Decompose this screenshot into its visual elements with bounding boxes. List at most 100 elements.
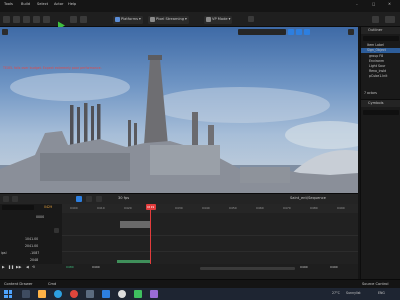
weather-label[interactable]: Sunnylist: [346, 291, 361, 295]
menu-item-actor[interactable]: Actor: [54, 2, 63, 7]
range-end[interactable]: 0490: [300, 266, 308, 269]
blueprint-icon[interactable]: [33, 16, 40, 23]
browser-icon[interactable]: [54, 290, 62, 298]
outliner-row[interactable]: Sign_Object: [367, 48, 386, 52]
pixel-streaming-button[interactable]: Pixel Streaming ▾: [148, 15, 189, 24]
step-back-icon[interactable]: ◀: [26, 265, 29, 270]
weather-temperature[interactable]: 27°C: [332, 291, 340, 295]
unreal-icon[interactable]: [118, 290, 126, 298]
range-out[interactable]: 0490: [330, 266, 338, 269]
pixel-streaming-icon: [150, 17, 155, 22]
track-value: 0000: [36, 215, 45, 219]
ruler-tick: 0400: [70, 206, 78, 210]
sequencer-time-ruler[interactable]: 0400 0410 0420 0430 0440 0450 0460 0470 …: [62, 204, 358, 213]
status-bar: Content Drawer Cmd Source Control: [0, 279, 400, 288]
cmd-label[interactable]: Cmd: [48, 282, 56, 287]
viewport-layout-icon[interactable]: [348, 29, 354, 35]
mode-select-icon[interactable]: [13, 16, 20, 23]
minimize-icon[interactable]: –: [356, 2, 358, 7]
app-icon[interactable]: [70, 290, 78, 298]
outliner-row[interactable]: Reno_insId: [369, 69, 386, 73]
app-icon[interactable]: [150, 290, 158, 298]
menu-item-select[interactable]: Select: [37, 2, 48, 7]
viewport-menu-icon[interactable]: [2, 29, 8, 35]
menu-bar: Tools Build Select Actor Help – □ ✕: [0, 0, 400, 10]
maximize-icon[interactable]: □: [372, 2, 375, 7]
loop-icon[interactable]: ⟲: [32, 265, 35, 270]
scale-snap-icon[interactable]: [304, 29, 310, 35]
os-taskbar: 27°C Sunnylist ENG: [0, 288, 400, 300]
add-key-icon[interactable]: [54, 228, 59, 233]
menu-item-help[interactable]: Help: [68, 2, 76, 7]
content-drawer-button[interactable]: Content Drawer: [4, 282, 33, 287]
main-toolbar: Platforms ▾ Pixel Streaming ▾ VP Mode ▾: [0, 12, 400, 30]
ruler-tick: 0460: [256, 206, 264, 210]
platforms-icon: [115, 17, 120, 22]
track-label[interactable]: ipsl: [1, 251, 6, 255]
language-indicator[interactable]: ENG: [378, 291, 385, 295]
track-value: 1041.00: [25, 237, 39, 241]
pause-icon[interactable]: ❚❚: [8, 265, 14, 270]
outliner-column-header: Item Label: [367, 43, 384, 47]
track-search-input[interactable]: [2, 205, 34, 210]
stop-icon[interactable]: [80, 16, 87, 23]
play-icon[interactable]: ▶: [2, 265, 5, 270]
range-start[interactable]: 0480: [66, 266, 74, 269]
ruler-tick: 0470: [283, 206, 291, 210]
app-icon[interactable]: [102, 290, 110, 298]
menu-item-tools[interactable]: Tools: [4, 2, 13, 7]
outliner-row[interactable]: Environm: [369, 59, 384, 63]
sequencer-track-area[interactable]: [62, 204, 358, 264]
details-search-input[interactable]: [363, 110, 399, 115]
seq-snap-icon[interactable]: [76, 196, 82, 202]
track-section[interactable]: [120, 221, 150, 228]
seq-camera-icon[interactable]: [86, 196, 92, 202]
play-options-icon[interactable]: [70, 16, 77, 23]
source-control-button[interactable]: Source Control: [362, 282, 388, 287]
close-icon[interactable]: ✕: [388, 2, 391, 7]
outliner-row[interactable]: pCube1.Init: [369, 74, 387, 78]
content-icon[interactable]: [23, 16, 30, 23]
ruler-tick: 0440: [202, 206, 210, 210]
outliner-row[interactable]: Light Sour: [369, 64, 385, 68]
app-icon[interactable]: [86, 290, 94, 298]
save-icon[interactable]: [3, 16, 10, 23]
window-controls: – □ ✕: [352, 2, 398, 8]
outliner-tab[interactable]: Outliner: [361, 27, 400, 34]
grid-snap-icon[interactable]: [288, 29, 294, 35]
details-tab[interactable]: Cymbols: [361, 100, 400, 107]
viewport-warning: TEXEL falls over budget. Expect extremel…: [3, 66, 102, 70]
settings-button[interactable]: [385, 16, 395, 23]
current-frame-field[interactable]: 0429: [44, 205, 52, 209]
app-icon[interactable]: [134, 290, 142, 298]
range-mid[interactable]: 0490: [92, 266, 100, 269]
ruler-tick: 0420: [124, 206, 132, 210]
chevron-down-icon: ▾: [185, 16, 187, 21]
play-button[interactable]: [57, 15, 66, 30]
vr-mode-button[interactable]: VP Mode ▾: [204, 15, 233, 24]
platforms-button[interactable]: Platforms ▾: [113, 15, 143, 24]
settings-gear-icon[interactable]: [372, 16, 379, 23]
skip-forward-icon[interactable]: ▶▶: [16, 265, 22, 270]
outliner-search-input[interactable]: [363, 36, 399, 41]
level-viewport[interactable]: [0, 27, 358, 193]
outliner-row[interactable]: group F8: [369, 54, 383, 58]
track-keyframes[interactable]: [117, 260, 151, 263]
seq-filter-icon[interactable]: [96, 196, 102, 202]
sequencer-transport: ▶ ❚❚ ▶▶ ◀ ⟲ 0480 0490 0490 0490: [0, 264, 358, 280]
seq-save-icon[interactable]: [3, 196, 9, 202]
sequencer-fps[interactable]: 30 fps: [118, 196, 129, 201]
file-explorer-icon[interactable]: [38, 290, 46, 298]
timeline-scrollbar[interactable]: [200, 267, 295, 270]
playhead-handle[interactable]: 0429: [146, 204, 156, 210]
menu-item-build[interactable]: Build: [21, 2, 30, 7]
toolbar-options-icon[interactable]: [248, 16, 254, 22]
cinematics-icon[interactable]: [43, 16, 50, 23]
search-icon[interactable]: [22, 290, 30, 298]
rotation-snap-icon[interactable]: [296, 29, 302, 35]
sequence-name: Saint_ent/Sequence: [290, 196, 326, 200]
seq-render-icon[interactable]: [12, 196, 18, 202]
track-value: 2048: [30, 258, 39, 262]
start-windows-icon[interactable]: [4, 290, 12, 298]
transform-tools[interactable]: [238, 29, 286, 35]
